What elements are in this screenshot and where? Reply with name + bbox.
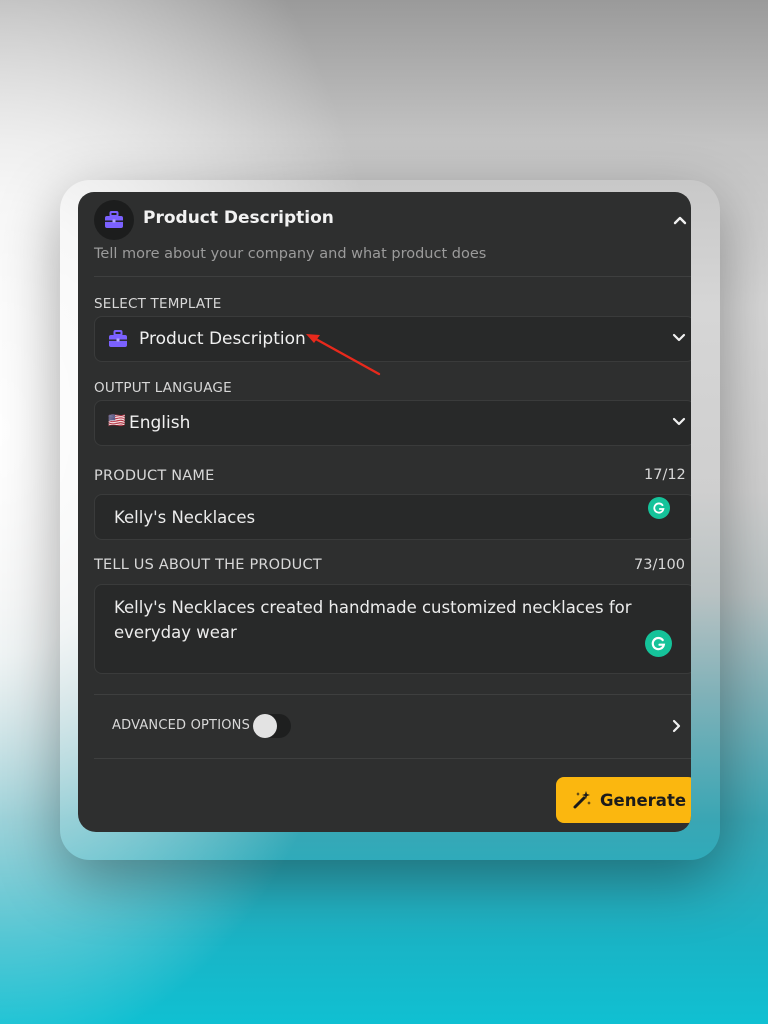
product-name-input[interactable]: Kelly's Necklaces [94, 494, 691, 540]
advanced-options-toggle[interactable] [253, 714, 291, 738]
template-select[interactable]: Product Description [94, 316, 691, 362]
advanced-options-label: ADVANCED OPTIONS [112, 718, 251, 733]
generate-label: Generate [600, 790, 687, 810]
us-flag-icon: 🇺🇸 [108, 413, 126, 429]
product-about-line-1: Kelly's Necklaces created handmade custo… [114, 598, 632, 617]
grammarly-icon[interactable] [648, 497, 670, 519]
product-name-counter: 17/12 [644, 467, 686, 483]
product-about-counter: 73/100 [634, 557, 686, 573]
language-select[interactable]: 🇺🇸 English [94, 400, 691, 446]
card-subtitle: Tell more about your company and what pr… [94, 246, 487, 262]
language-value: English [129, 413, 191, 433]
template-value: Product Description [139, 329, 306, 349]
advanced-top-divider [94, 694, 691, 695]
briefcase-icon [109, 330, 127, 347]
product-description-card: Product Description Tell more about your… [78, 192, 691, 832]
card-title: Product Description [143, 208, 334, 228]
chevron-down-icon [672, 333, 686, 342]
header-divider [94, 276, 691, 277]
toggle-knob [253, 714, 277, 738]
chevron-right-icon[interactable] [671, 719, 681, 733]
chevron-up-icon [673, 216, 687, 225]
product-name-label: PRODUCT NAME [94, 468, 215, 484]
grammarly-icon[interactable] [645, 630, 672, 657]
product-about-label: TELL US ABOUT THE PRODUCT [94, 557, 322, 573]
product-about-textarea[interactable]: Kelly's Necklaces created handmade custo… [94, 584, 691, 674]
header-icon-badge [94, 200, 134, 240]
template-label: SELECT TEMPLATE [94, 296, 222, 312]
collapse-button[interactable] [669, 210, 691, 230]
product-name-value: Kelly's Necklaces [114, 508, 256, 527]
product-about-line-2: everyday wear [114, 623, 237, 642]
language-label: OUTPUT LANGUAGE [94, 380, 232, 396]
advanced-bottom-divider [94, 758, 691, 759]
generate-button[interactable]: Generate [556, 777, 691, 823]
chevron-down-icon [672, 417, 686, 426]
magic-wand-icon [573, 791, 591, 809]
briefcase-icon [105, 211, 123, 228]
